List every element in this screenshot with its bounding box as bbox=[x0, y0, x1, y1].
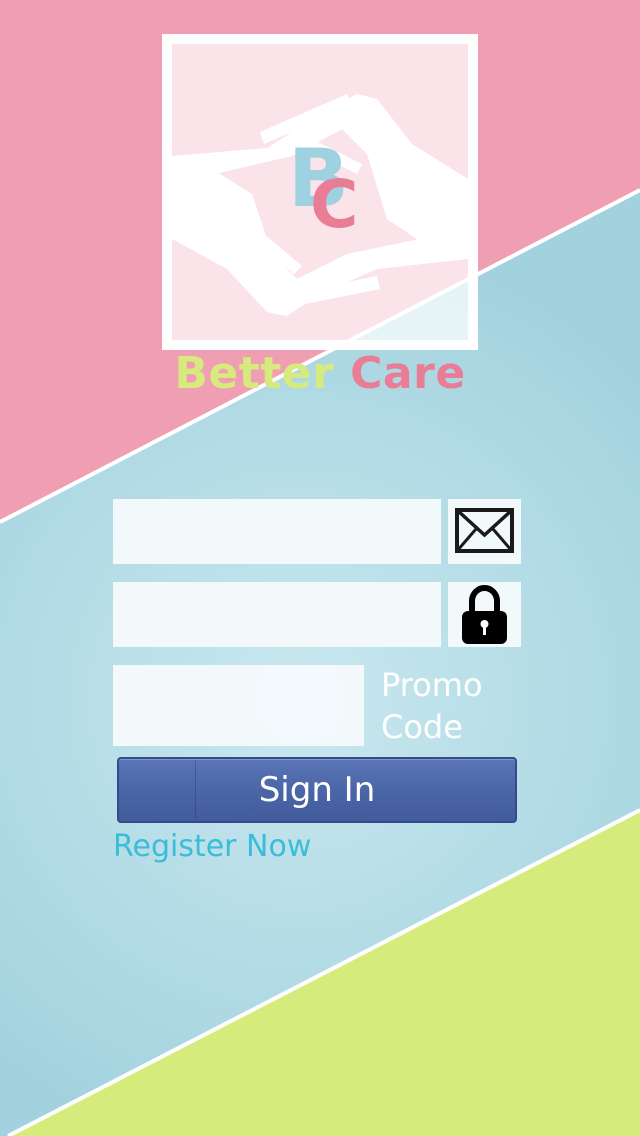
envelope-icon bbox=[455, 508, 514, 553]
promo-code-field[interactable] bbox=[113, 665, 364, 746]
register-now-link[interactable]: Register Now bbox=[113, 826, 311, 868]
password-field[interactable] bbox=[113, 582, 441, 647]
sign-in-label: Sign In bbox=[258, 770, 376, 810]
email-icon-box bbox=[448, 499, 521, 564]
brand-name: Better Care bbox=[0, 348, 640, 399]
brand-word-care: Care bbox=[350, 348, 466, 399]
monogram-c: C bbox=[310, 166, 359, 243]
brand-word-better: Better bbox=[174, 348, 335, 399]
password-icon-box bbox=[448, 582, 521, 647]
logo-box: B C bbox=[162, 34, 478, 350]
sign-in-button[interactable]: Sign In bbox=[117, 757, 517, 823]
email-field[interactable] bbox=[113, 499, 441, 564]
padlock-icon bbox=[462, 585, 507, 644]
promo-code-label: Promo Code bbox=[381, 666, 483, 746]
